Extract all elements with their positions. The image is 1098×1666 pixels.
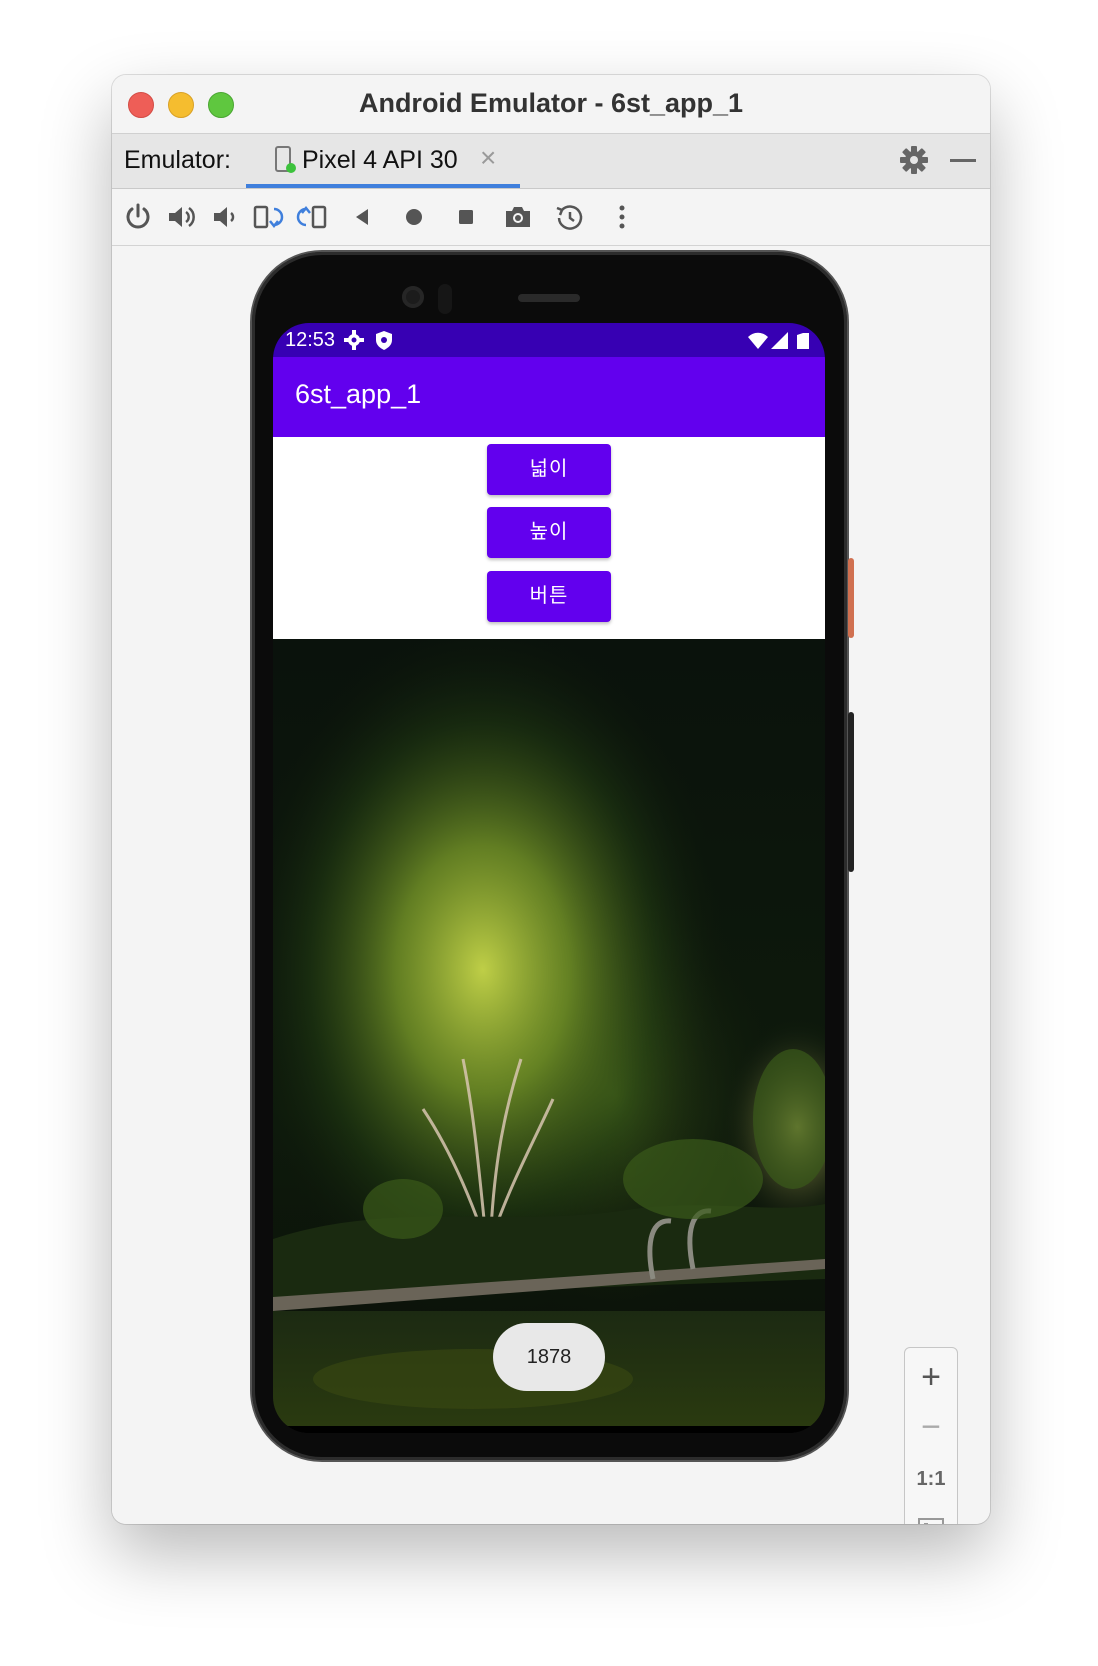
night-garden-photo [273,639,825,1426]
overview-icon[interactable] [450,201,482,233]
width-button[interactable]: 넓이 [487,444,611,495]
active-tab-indicator [246,184,520,188]
close-tab-icon[interactable]: × [480,142,496,174]
volume-up-icon[interactable] [165,201,197,233]
height-button[interactable]: 높이 [487,507,611,558]
device-tab-label: Pixel 4 API 30 [302,146,458,174]
screenshot-icon[interactable] [502,201,534,233]
rotate-left-icon[interactable] [252,201,284,233]
emulator-content: 12:53 6st_app_1 넓이 높이 버튼 1878 + − 1:1 [112,246,990,1524]
shield-notification-icon [376,331,392,350]
device-tab-bar: Emulator: Pixel 4 API 30 × [112,134,990,189]
window-title: Android Emulator - 6st_app_1 [358,88,744,118]
system-nav-bar [273,1426,825,1433]
app-title: 6st_app_1 [295,379,422,409]
title-bar: Android Emulator - 6st_app_1 [112,75,990,134]
zoom-controls: + − 1:1 [904,1347,958,1524]
device-tab[interactable]: Pixel 4 API 30 × [246,134,520,188]
zoom-in-button[interactable]: + [905,1352,957,1402]
emulator-label: Emulator: [124,146,231,174]
phone-screen: 12:53 6st_app_1 넓이 높이 버튼 1878 [273,323,825,1433]
earpiece-speaker [518,294,580,302]
more-icon[interactable] [606,201,638,233]
battery-icon [797,333,809,349]
garden-image [273,639,825,1426]
button-panel: 넓이 높이 버튼 [273,437,825,639]
emulator-toolbar [112,189,990,246]
rotate-right-icon[interactable] [296,201,328,233]
wifi-icon [748,332,768,349]
settings-gear-icon[interactable] [898,144,930,176]
proximity-sensor [438,284,452,314]
back-icon[interactable] [346,201,378,233]
power-icon[interactable] [122,201,154,233]
phone-device-icon [275,146,296,173]
toast-message: 1878 [493,1323,605,1391]
snapshot-icon[interactable] [554,201,586,233]
fit-screen-icon [918,1518,944,1524]
power-side-button[interactable] [848,558,854,638]
minimize-panel-icon[interactable] [948,144,978,176]
phone-frame: 12:53 6st_app_1 넓이 높이 버튼 1878 [252,252,854,1460]
zoom-actual-size-button[interactable]: 1:1 [905,1454,957,1504]
emulator-window: Android Emulator - 6st_app_1 Emulator: P… [112,75,990,1524]
home-icon[interactable] [398,201,430,233]
settings-notification-icon [344,330,364,350]
volume-down-icon[interactable] [208,201,240,233]
app-bar: 6st_app_1 [273,357,825,437]
status-bar: 12:53 [273,323,825,357]
generic-button[interactable]: 버튼 [487,571,611,622]
status-time: 12:53 [285,329,336,351]
zoom-out-button[interactable]: − [905,1402,957,1452]
volume-side-button[interactable] [848,712,854,872]
front-camera [402,286,424,308]
cell-signal-icon [771,332,788,349]
zoom-fit-button[interactable] [905,1504,957,1524]
